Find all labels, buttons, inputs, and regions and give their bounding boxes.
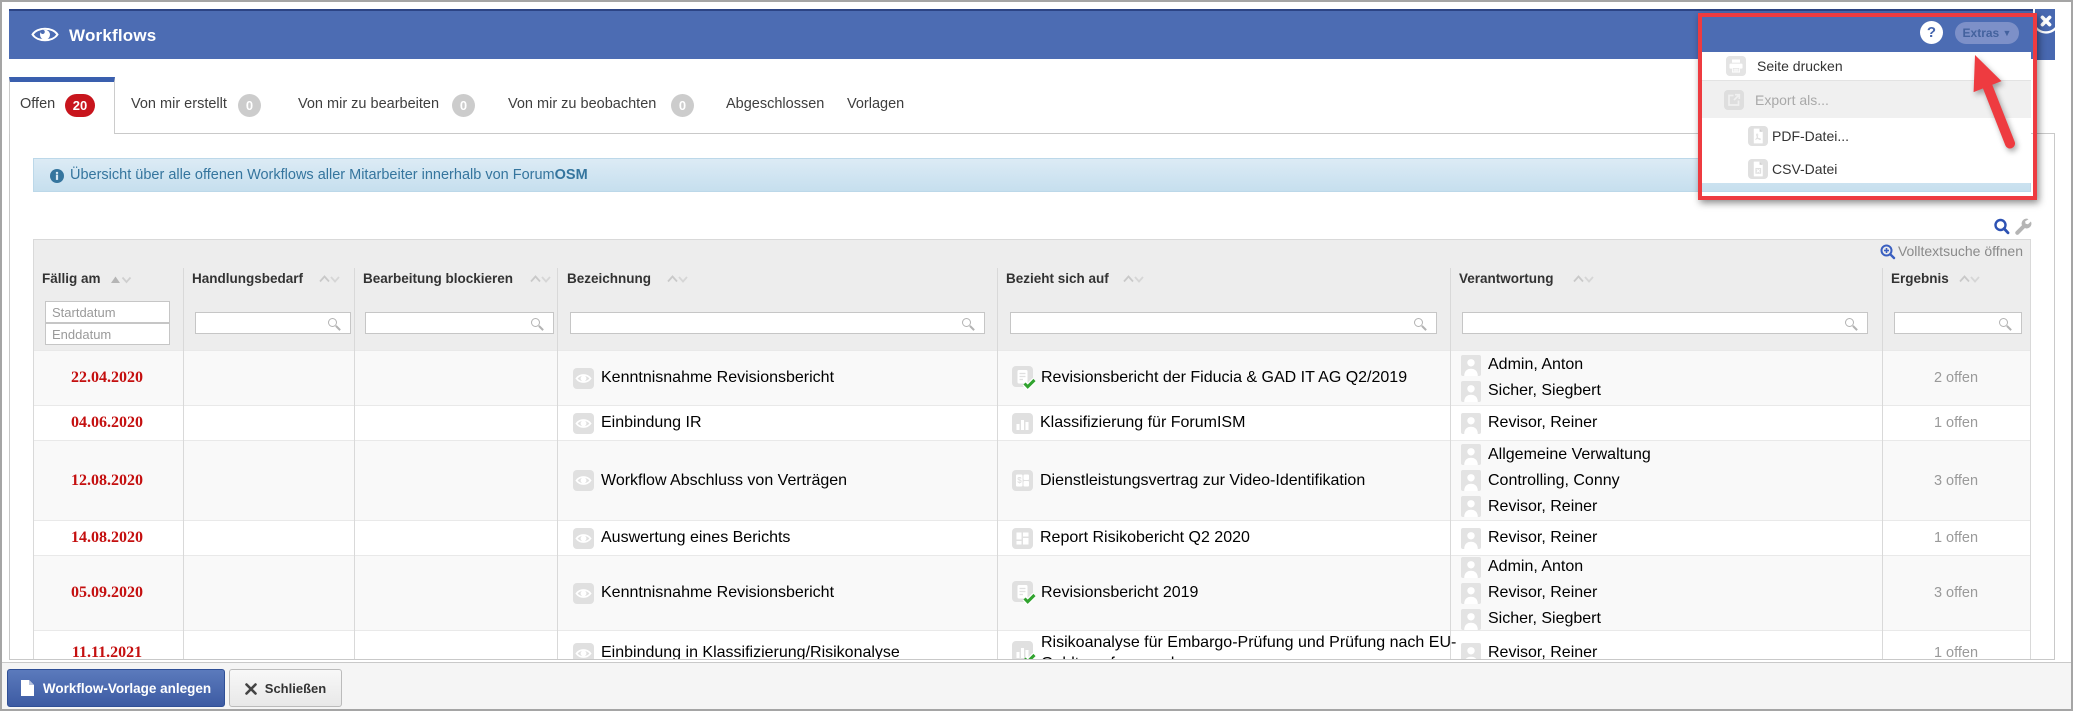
svg-text:$: $ [1017, 476, 1022, 485]
